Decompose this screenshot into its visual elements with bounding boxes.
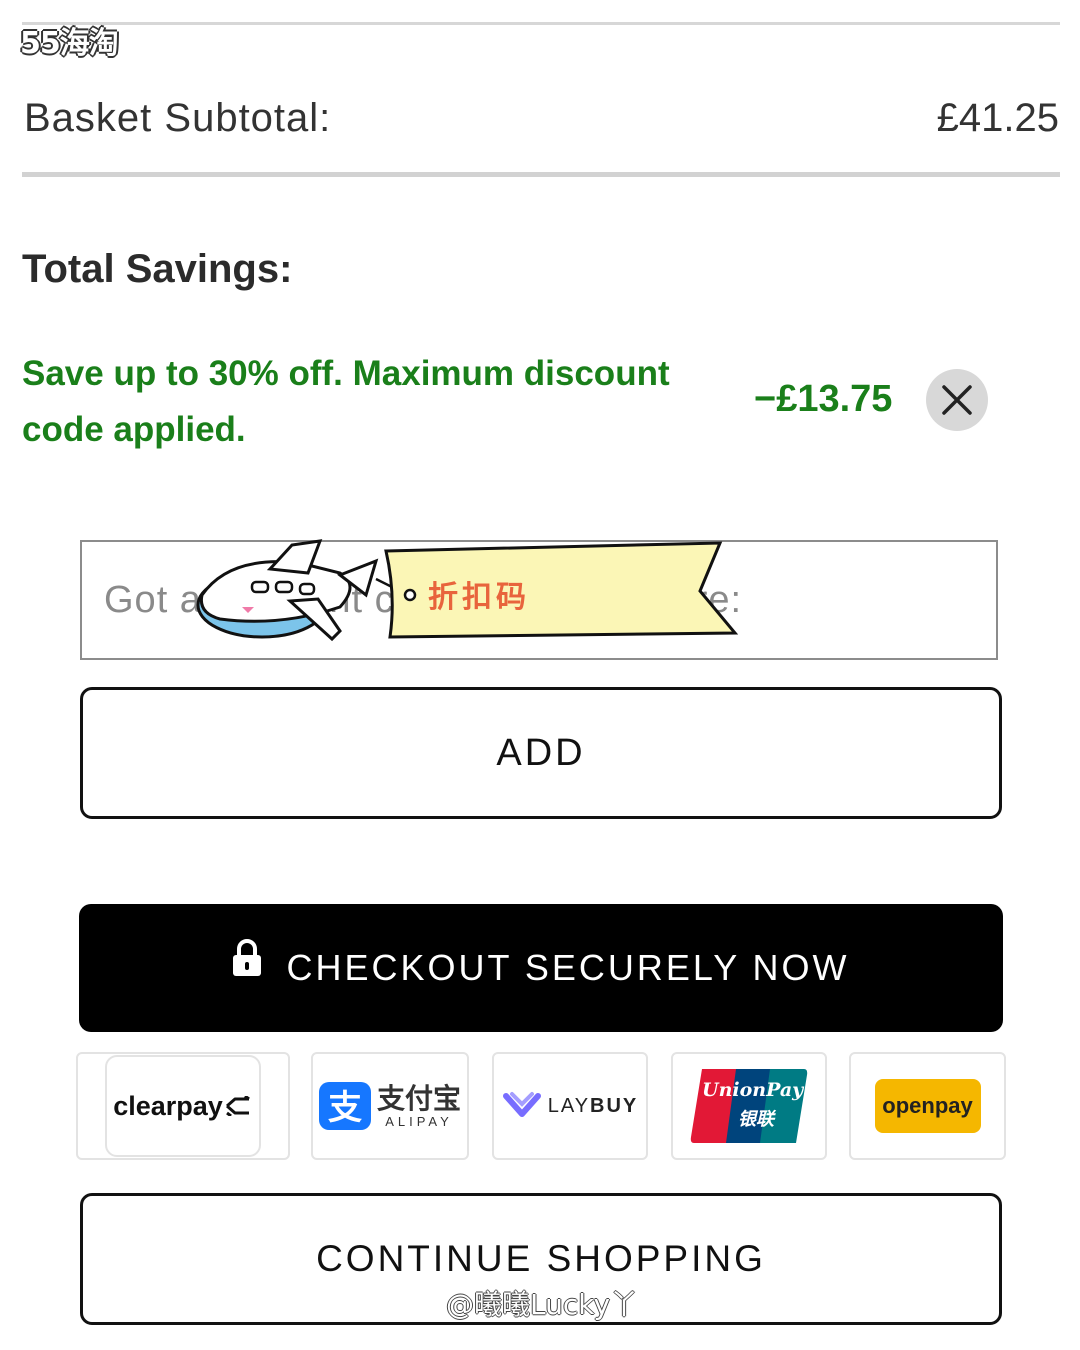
discount-message: Save up to 30% off. Maximum discount cod… [22, 354, 670, 449]
unionpay-sublabel: 银联 [738, 1109, 774, 1130]
subtotal-value: £41.25 [936, 96, 1059, 140]
summary-divider [22, 172, 1060, 177]
clearpay-arrows-icon [225, 1096, 250, 1116]
alipay-label: 支付宝 [376, 1081, 461, 1115]
close-icon [942, 385, 972, 415]
subtotal-label: Basket Subtotal: [24, 96, 332, 140]
laybuy-label-light: LAY [547, 1094, 591, 1117]
discount-amount: −£13.75 [754, 378, 893, 420]
total-savings-title: Total Savings: [22, 247, 293, 291]
unionpay-logo: UnionPay 银联 [690, 1069, 808, 1143]
add-code-button[interactable]: ADD [80, 687, 1002, 819]
remove-discount-button[interactable] [926, 369, 988, 431]
payment-tile-unionpay[interactable]: UnionPay 银联 [671, 1052, 827, 1160]
checkout-label: CHECKOUT SECURELY NOW [286, 947, 850, 988]
top-divider [22, 22, 1060, 25]
payment-methods: clearpay 支 支付宝 ALIPAY LAY BUY UnionPay 银… [76, 1052, 1006, 1162]
unionpay-label: UnionPay [702, 1079, 804, 1101]
lock-icon [233, 939, 262, 976]
payment-tile-clearpay[interactable]: clearpay [76, 1052, 290, 1160]
checkout-button[interactable]: CHECKOUT SECURELY NOW [79, 904, 1003, 1032]
laybuy-label-bold: BUY [590, 1094, 639, 1117]
clearpay-logo-text: clearpay [113, 1090, 223, 1121]
openpay-badge: openpay [874, 1079, 981, 1133]
svg-text:支: 支 [328, 1088, 362, 1128]
payment-tile-laybuy[interactable]: LAY BUY [492, 1052, 648, 1160]
alipay-sublabel: ALIPAY [385, 1113, 453, 1129]
sticker-label: 折扣码 [428, 580, 530, 615]
openpay-label: openpay [882, 1093, 973, 1118]
alipay-icon: 支 [318, 1082, 371, 1130]
payment-tile-alipay[interactable]: 支 支付宝 ALIPAY [311, 1052, 469, 1160]
watermark-logo: 55海淘 [20, 26, 119, 61]
laybuy-heart-icon [502, 1092, 541, 1117]
watermark-signature: @曦曦Lucky丫 [446, 1288, 639, 1321]
payment-tile-openpay[interactable]: openpay [849, 1052, 1006, 1160]
